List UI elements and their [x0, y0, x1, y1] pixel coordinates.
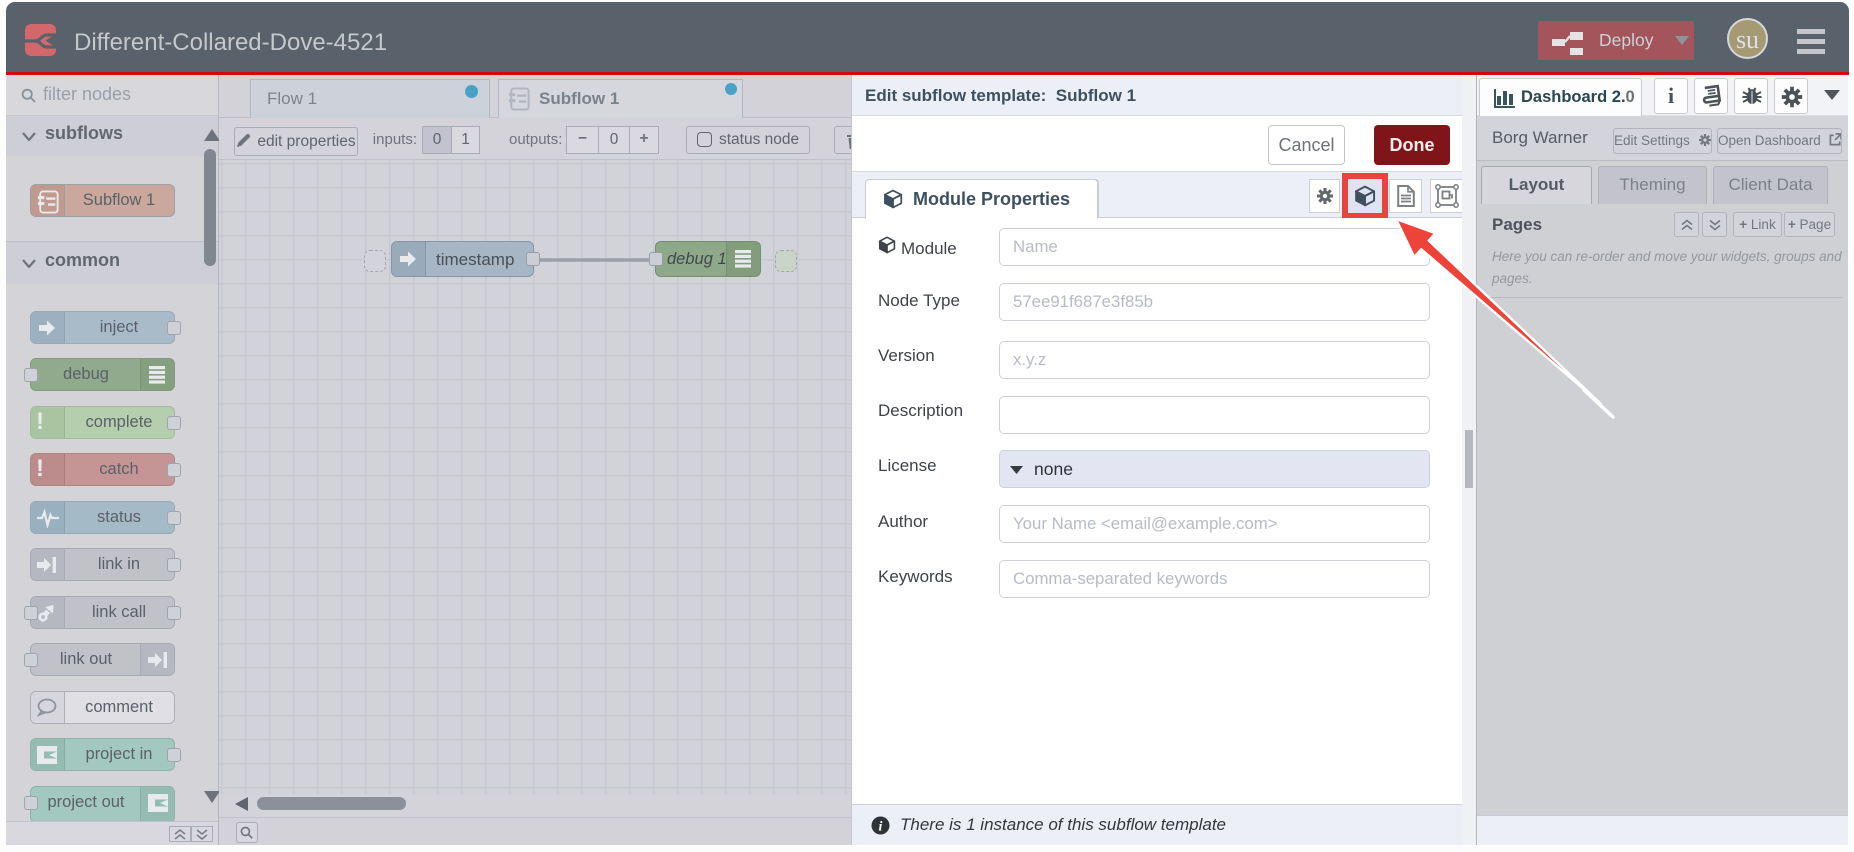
svg-text:i: i [879, 820, 883, 835]
